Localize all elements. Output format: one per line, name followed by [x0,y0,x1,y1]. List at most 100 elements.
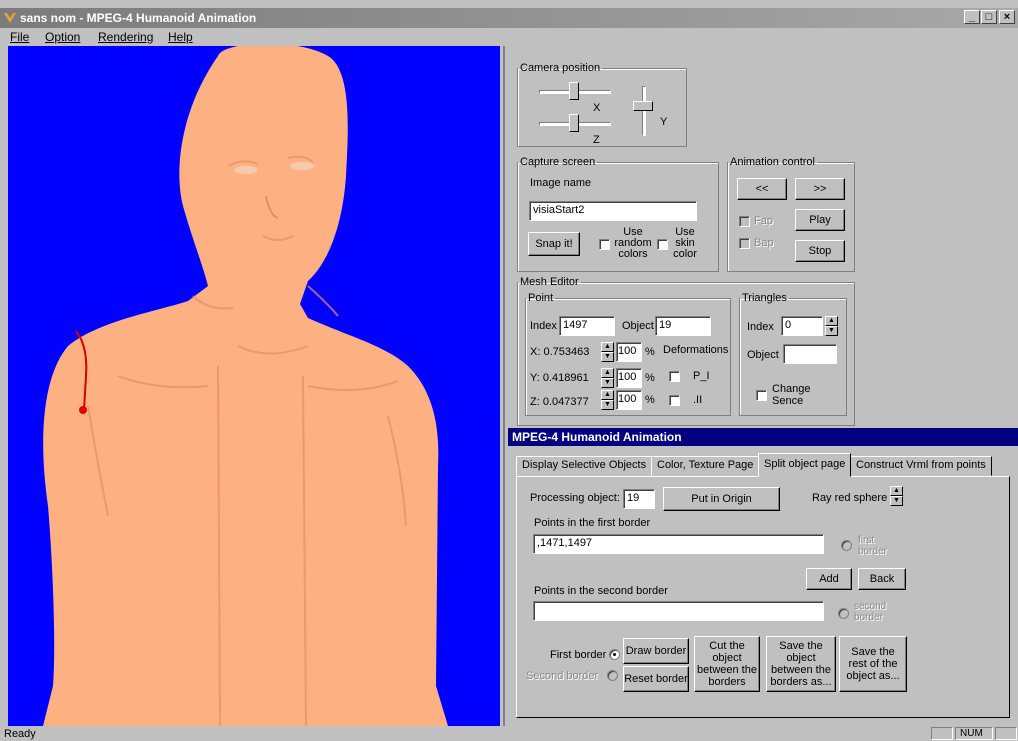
second-border-radio-label: second border [854,601,887,623]
previous-button[interactable]: << [737,178,787,200]
point-x-spinner[interactable]: ▲ ▼ [601,342,614,362]
second-border-points-input[interactable] [533,601,824,621]
point-legend: Point [528,292,554,304]
num-lock-indicator: NUM [955,727,993,740]
save-rest-button[interactable]: Save the rest of the object as... [839,636,907,692]
p-deformation-checkbox[interactable] [669,371,680,382]
second-border-mode-radio[interactable] [607,670,618,681]
camera-x-slider-thumb[interactable] [569,82,579,100]
red-sphere-marker [79,406,87,414]
status-cell-empty [931,727,953,740]
play-button[interactable]: Play [795,209,845,231]
camera-position-legend: Camera position [520,62,601,74]
first-border-points-label: Points in the first border [534,517,651,529]
point-x-coord: X: 0.753463 [530,346,590,358]
first-border-radio[interactable] [841,540,852,551]
second-border-label: Second border [526,670,599,682]
point-y-coord: Y: 0.418961 [530,372,589,384]
i-deformation-label: .II [693,394,703,406]
bap-label: Bap [754,237,774,249]
triangle-object-label: Object [747,349,779,361]
save-between-borders-button[interactable]: Save the object between the borders as..… [766,636,836,692]
triangles-legend: Triangles [742,292,787,304]
p-deformation-label: P_I [693,370,710,382]
triangle-object-input[interactable] [783,344,837,364]
second-border-points-label: Points in the second border [534,585,668,597]
tab-display-selective-objects[interactable]: Display Selective Objects [516,456,653,476]
triangle-index-spinner[interactable]: ▲ ▼ [825,316,838,336]
i-deformation-checkbox[interactable] [669,395,680,406]
point-x-percent-sign: % [645,346,655,358]
first-border-mode-radio[interactable] [609,649,620,660]
first-border-points-input[interactable]: ,1471,1497 [533,534,824,554]
point-x-percent-input[interactable]: 100 [616,342,642,362]
mesh-editor-legend: Mesh Editor [520,276,579,288]
camera-y-label: Y [660,116,668,128]
camera-y-slider-thumb[interactable] [633,101,653,111]
menu-rendering[interactable]: Rendering [98,30,153,44]
capture-screen-legend: Capture screen [520,156,596,168]
second-border-radio[interactable] [838,608,849,619]
app-icon [4,13,16,23]
ray-red-sphere-spinner[interactable]: ▲ ▼ [890,486,903,506]
tab-color-texture[interactable]: Color, Texture Page [651,456,760,476]
triangle-index-label: Index [747,321,774,333]
menu-file[interactable]: File [10,30,29,44]
deformations-label: Deformations [663,344,729,356]
point-index-input[interactable]: 1497 [559,316,615,336]
point-y-percent-sign: % [645,372,655,384]
humanoid-animation-dialog: MPEG-4 Humanoid Animation Display Select… [508,428,1018,726]
point-z-coord: Z: 0.047377 [530,396,589,408]
draw-border-button[interactable]: Draw border [623,638,689,664]
point-y-spinner[interactable]: ▲ ▼ [601,368,614,388]
tab-construct-vrml[interactable]: Construct Vrml from points [850,456,992,476]
point-index-label: Index [530,320,557,332]
status-cell-scroll [995,727,1017,740]
window-title: sans nom - MPEG-4 Humanoid Animation [20,11,257,25]
point-z-percent-sign: % [645,394,655,406]
3d-viewport[interactable] [8,46,500,726]
menu-option[interactable]: Option [45,30,80,44]
tab-split-object[interactable]: Split object page [758,453,852,477]
put-in-origin-button[interactable]: Put in Origin [663,487,780,511]
dialog-title: MPEG-4 Humanoid Animation [508,428,1018,446]
triangle-index-input[interactable]: 0 [781,316,823,336]
point-y-percent-input[interactable]: 100 [616,368,642,388]
bap-checkbox[interactable] [739,238,750,249]
next-button[interactable]: >> [795,178,845,200]
processing-object-label: Processing object: [530,492,620,504]
status-text: Ready [4,728,36,740]
ray-red-sphere-label: Ray red sphere [812,492,888,504]
skin-color-checkbox[interactable] [657,239,668,250]
processing-object-input[interactable]: 19 [623,489,655,509]
camera-z-label: Z [593,134,600,146]
menu-help[interactable]: Help [168,30,193,44]
point-z-spinner[interactable]: ▲ ▼ [601,390,614,410]
camera-y-slider[interactable] [642,86,646,136]
snap-it-button[interactable]: Snap it! [528,232,580,256]
humanoid-model [43,46,448,726]
fap-label: Fap [754,215,773,227]
random-colors-checkbox[interactable] [599,239,610,250]
reset-border-button[interactable]: Reset border [623,666,689,692]
change-sense-label: Change Sence [772,383,811,407]
image-name-input[interactable]: visiaStart2 [529,201,697,221]
title-bar: sans nom - MPEG-4 Humanoid Animation _ □… [0,8,1018,28]
add-button[interactable]: Add [806,568,852,590]
random-colors-label: Use random colors [614,226,652,260]
back-button[interactable]: Back [858,568,906,590]
point-z-percent-input[interactable]: 100 [616,390,642,410]
minimize-button[interactable]: _ [964,10,980,24]
restore-button[interactable]: □ [981,10,997,24]
fap-checkbox[interactable] [739,216,750,227]
camera-z-slider-thumb[interactable] [569,114,579,132]
point-object-input[interactable]: 19 [655,316,711,336]
first-border-label: First border [550,649,607,661]
change-sense-checkbox[interactable] [756,390,767,401]
stop-button[interactable]: Stop [795,240,845,262]
menu-bar: File Option Rendering Help [0,28,1018,46]
camera-position-group: Camera position [517,62,687,147]
window-controls: _ □ × [964,10,1016,26]
cut-object-button[interactable]: Cut the object between the borders [694,636,760,692]
close-button[interactable]: × [999,10,1015,24]
